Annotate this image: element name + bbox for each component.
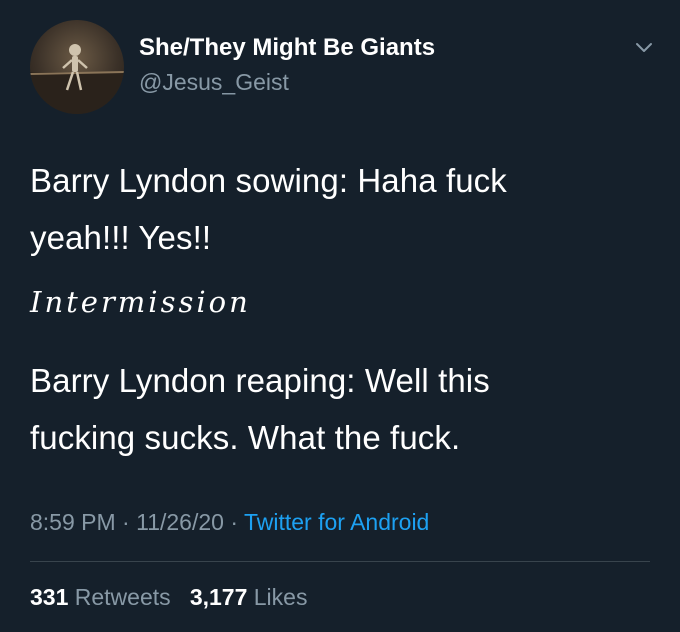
avatar[interactable] [30,20,124,114]
tweet-meta: 8:59 PM · 11/26/20 · Twitter for Android [30,509,429,536]
divider [30,561,650,562]
tweet-stats: 331 Retweets 3,177 Likes [30,584,307,611]
chevron-down-icon[interactable] [633,36,655,58]
tweet-text-line: Barry Lyndon sowing: Haha fuck [30,162,507,199]
tweet-card: She/They Might Be Giants @Jesus_Geist Ba… [0,0,680,632]
tweet-time[interactable]: 8:59 PM [30,509,116,535]
tweet-text-line: Barry Lyndon reaping: Well this [30,362,490,399]
retweets-label: Retweets [74,584,171,610]
tweet-text-line: fucking sucks. What the fuck. [30,419,461,456]
likes-label: Likes [253,584,308,610]
retweets-stat[interactable]: 331 Retweets [30,584,171,610]
likes-stat[interactable]: 3,177 Likes [190,584,308,610]
meta-separator: · [230,509,238,535]
skeleton-avatar-icon [30,44,124,114]
user-handle[interactable]: @Jesus_Geist [139,69,289,96]
meta-separator: · [122,509,130,535]
tweet-source-link[interactable]: Twitter for Android [244,509,429,535]
display-name[interactable]: She/They Might Be Giants [139,34,435,62]
retweets-count: 331 [30,584,69,610]
tweet-text-line: yeah!!! Yes!! [30,219,212,256]
tweet-date[interactable]: 11/26/20 [136,509,224,535]
likes-count: 3,177 [189,584,248,610]
intermission-text: Intermission [30,285,251,319]
